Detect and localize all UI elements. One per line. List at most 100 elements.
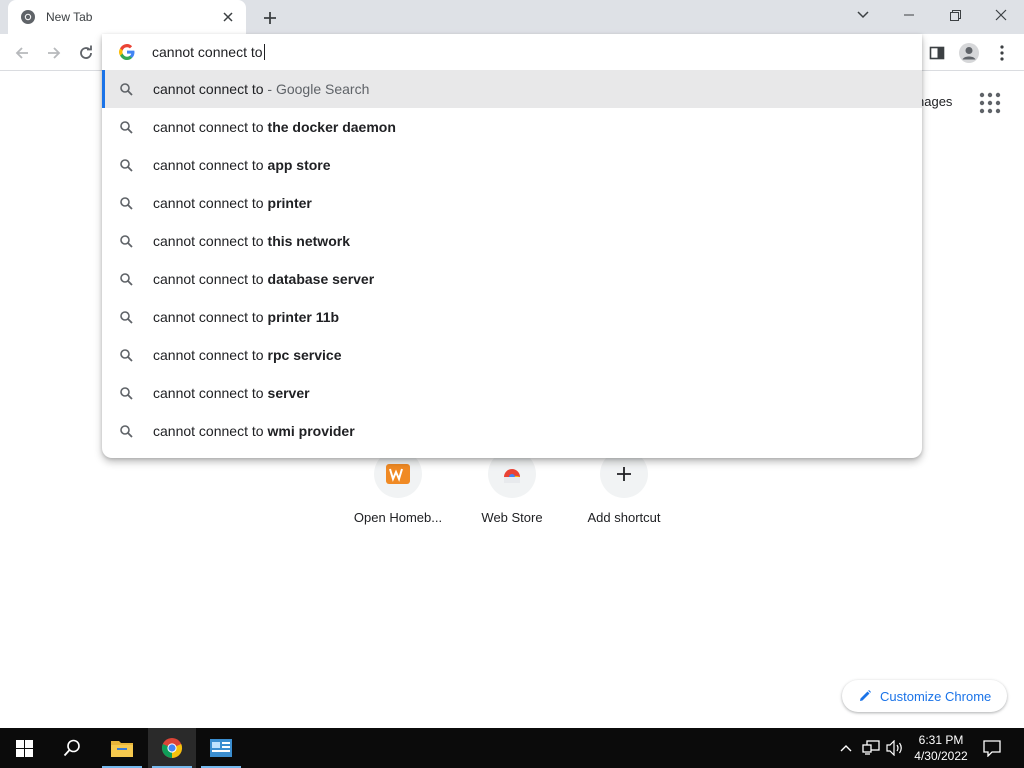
suggestion-text: cannot connect to (153, 157, 264, 173)
suggestion-item[interactable]: cannot connect to rpc service (102, 336, 922, 374)
customize-chrome-button[interactable]: Customize Chrome (842, 680, 1007, 712)
chevron-up-icon (840, 745, 852, 752)
suggestion-text: cannot connect to (153, 347, 264, 363)
back-icon (15, 47, 28, 59)
suggestion-item[interactable]: cannot connect to app store (102, 146, 922, 184)
suggestion-item[interactable]: cannot connect to this network (102, 222, 922, 260)
tab-new-tab[interactable]: New Tab (8, 0, 246, 34)
reload-icon (80, 45, 92, 59)
suggestion-completion: this network (267, 233, 350, 249)
tab-strip: New Tab (0, 0, 1024, 34)
kebab-menu-icon (1000, 45, 1004, 61)
side-panel-button[interactable] (924, 40, 950, 66)
suggestion-completion: app store (267, 157, 331, 173)
customize-chrome-label: Customize Chrome (880, 688, 992, 704)
forward-icon (48, 47, 61, 59)
start-button[interactable] (0, 728, 48, 768)
omnibox[interactable]: cannot connect to (102, 34, 922, 70)
file-explorer-icon (111, 741, 133, 757)
forward-button[interactable] (41, 40, 67, 66)
suggestion-item[interactable]: cannot connect to server (102, 374, 922, 412)
shortcut-add[interactable]: Add shortcut (568, 450, 680, 530)
search-icon (118, 309, 134, 325)
search-icon (118, 157, 134, 173)
clock-date: 4/30/2022 (914, 749, 968, 763)
minimize-button[interactable] (886, 0, 932, 30)
suggestion-text: cannot connect to (153, 195, 264, 211)
action-center-button[interactable] (982, 738, 1002, 758)
control-panel-button[interactable] (197, 728, 245, 768)
search-icon (118, 347, 134, 363)
suggestion-completion: rpc service (267, 347, 342, 363)
suggestion-completion: the docker daemon (267, 119, 396, 135)
profile-icon (959, 43, 979, 63)
omnibox-input[interactable]: cannot connect to (152, 40, 752, 64)
network-button[interactable] (861, 738, 881, 758)
shortcut-label: Web Store (481, 510, 543, 525)
new-tab-button[interactable] (258, 6, 282, 30)
minimize-icon (904, 14, 914, 16)
volume-button[interactable] (885, 738, 905, 758)
shortcut-open-homebrew[interactable]: Open Homeb... (342, 450, 454, 530)
pencil-icon (860, 690, 871, 701)
clock[interactable]: 6:31 PM 4/30/2022 (910, 732, 972, 764)
suggestion-item[interactable]: cannot connect to database server (102, 260, 922, 298)
suggestion-text: cannot connect to (153, 81, 264, 97)
tab-close-icon[interactable] (220, 9, 236, 25)
side-panel-icon (929, 46, 945, 60)
suggestion-item[interactable]: cannot connect to wmi provider (102, 412, 922, 450)
google-apps-button[interactable] (979, 92, 1001, 114)
search-icon (118, 271, 134, 287)
suggestion-completion: database server (267, 271, 375, 287)
restore-button[interactable] (932, 0, 978, 30)
plus-icon (264, 12, 276, 24)
restore-icon (949, 9, 961, 21)
control-panel-icon (210, 739, 232, 757)
suggestion-text: cannot connect to (153, 309, 264, 325)
profile-button[interactable] (956, 40, 982, 66)
omnibox-text: cannot connect to (152, 44, 263, 60)
search-icon (118, 423, 134, 439)
search-icon (118, 385, 134, 401)
suggestion-text: cannot connect to (153, 423, 264, 439)
suggestion-list: cannot connect to - Google Search cannot… (102, 70, 922, 450)
search-icon (118, 195, 134, 211)
chrome-icon (161, 738, 183, 759)
google-g-icon (118, 43, 136, 61)
close-icon (995, 9, 1007, 21)
suggestion-text: cannot connect to (153, 233, 264, 249)
suggestion-item[interactable]: cannot connect to printer (102, 184, 922, 222)
suggestion-item[interactable]: cannot connect to the docker daemon (102, 108, 922, 146)
search-icon (118, 119, 134, 135)
suggestion-text: cannot connect to (153, 119, 264, 135)
taskbar-search-button[interactable] (48, 728, 96, 768)
shortcut-web-store[interactable]: Web Store (456, 450, 568, 530)
chrome-taskbar-button[interactable] (148, 728, 196, 768)
suggestion-completion: printer (267, 195, 312, 211)
close-window-button[interactable] (978, 0, 1024, 30)
chrome-icon (20, 9, 36, 25)
images-link[interactable]: nages (917, 94, 952, 109)
file-explorer-button[interactable] (98, 728, 146, 768)
suggestion-item[interactable]: cannot connect to printer 11b (102, 298, 922, 336)
suggestion-item[interactable]: cannot connect to - Google Search (102, 70, 922, 108)
volume-icon (886, 740, 902, 756)
search-icon (63, 739, 80, 757)
omnibox-dropdown: cannot connect to cannot connect to - Go… (102, 34, 922, 458)
show-hidden-icons-button[interactable] (836, 738, 856, 758)
suggestion-completion: printer 11b (267, 309, 340, 325)
text-caret (263, 44, 265, 60)
chevron-down-icon (857, 11, 869, 19)
taskbar: 6:31 PM 4/30/2022 (0, 728, 1024, 768)
search-icon (118, 81, 134, 97)
shortcut-label: Add shortcut (587, 510, 661, 525)
network-icon (862, 740, 880, 755)
tab-search-button[interactable] (840, 0, 886, 30)
chrome-menu-button[interactable] (989, 40, 1015, 66)
suggestion-description: - Google Search (263, 81, 370, 97)
suggestion-text: cannot connect to (153, 271, 264, 287)
apps-grid-icon (979, 92, 1001, 114)
reload-button[interactable] (73, 40, 99, 66)
back-button[interactable] (9, 40, 35, 66)
clock-time: 6:31 PM (918, 733, 964, 747)
